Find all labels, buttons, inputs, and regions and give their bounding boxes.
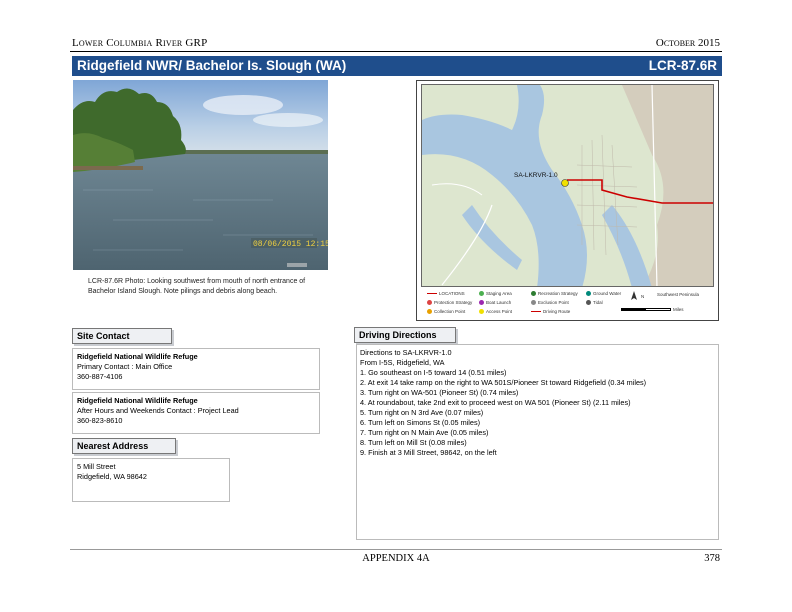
scale-label: Miles xyxy=(673,307,684,312)
footer-divider xyxy=(70,549,722,550)
contact-phone: 360-823-8610 xyxy=(77,416,123,425)
driving-directions-box: Directions to SA-LKRVR-1.0 From I-5S, Ri… xyxy=(356,344,719,540)
legend-swatch xyxy=(479,309,484,314)
direction-line: Directions to SA-LKRVR-1.0 xyxy=(360,348,452,357)
contact-org: Ridgefield National Wildlife Refuge xyxy=(77,352,198,361)
photo-caption: LCR-87.6R Photo: Looking southwest from … xyxy=(88,278,306,295)
site-name: Ridgefield NWR/ Bachelor Is. Slough (WA) xyxy=(77,58,347,73)
document-header-title: Lower Columbia River GRP xyxy=(72,37,208,49)
legend-label: Boat Launch xyxy=(486,300,512,305)
legend-swatch xyxy=(427,309,432,314)
legend-swatch xyxy=(531,310,541,313)
legend-swatch xyxy=(479,291,484,296)
direction-step: 2. At exit 14 take ramp on the right to … xyxy=(360,378,647,387)
legend-label: Ground Water xyxy=(593,291,622,296)
legend-swatch xyxy=(427,292,437,295)
map-canvas[interactable]: SA-LKRVR-1.0 xyxy=(421,84,714,287)
site-map: SA-LKRVR-1.0 LOCATIONS Protection Strate… xyxy=(416,80,719,321)
legend-label: Driving Route xyxy=(543,309,571,314)
legend-label: Collection Point xyxy=(434,309,466,314)
legend-swatch xyxy=(586,291,591,296)
contact-org: Ridgefield National Wildlife Refuge xyxy=(77,396,198,405)
north-arrow-icon: N xyxy=(629,291,644,301)
direction-step: 3. Turn right on WA-501 (Pioneer St) (0.… xyxy=(360,388,519,397)
direction-step: 5. Turn right on N 3rd Ave (0.07 miles) xyxy=(360,408,484,417)
header-divider xyxy=(70,51,722,52)
site-title-bar: Ridgefield NWR/ Bachelor Is. Slough (WA)… xyxy=(72,56,722,76)
driving-directions-heading: Driving Directions xyxy=(354,327,456,343)
svg-text:08/06/2015 12:15: 08/06/2015 12:15 xyxy=(253,240,328,249)
legend-swatch xyxy=(479,300,484,305)
map-projection-label: Southwest Peninsula xyxy=(657,292,700,297)
contact-role: Primary Contact : Main Office xyxy=(77,362,173,371)
address-line1: 5 Mill Street xyxy=(77,462,116,471)
direction-step: 4. At roundabout, take 2nd exit to proce… xyxy=(360,398,631,407)
legend-label: Tidal xyxy=(593,300,603,305)
direction-step: 9. Finish at 3 Mill Street, 98642, on th… xyxy=(360,448,497,457)
after-hours-contact-card: Ridgefield National Wildlife Refuge Afte… xyxy=(72,392,320,434)
contact-phone: 360-887-4106 xyxy=(77,372,123,381)
map-site-label: SA-LKRVR-1.0 xyxy=(514,172,558,179)
direction-step: 1. Go southeast on I-5 toward 14 (0.51 m… xyxy=(360,368,507,377)
legend-swatch xyxy=(531,300,536,305)
legend-swatch xyxy=(531,291,536,296)
document-header-date: October 2015 xyxy=(655,37,720,49)
map-legend: LOCATIONS Protection Strategy Collection… xyxy=(421,289,714,317)
legend-label: Staging Area xyxy=(486,291,512,296)
direction-line: From I-5S, Ridgefield, WA xyxy=(360,358,445,367)
nearest-address-heading: Nearest Address xyxy=(72,438,176,454)
page-number: 378 xyxy=(704,553,720,564)
contact-role: After Hours and Weekends Contact : Proje… xyxy=(77,406,239,415)
legend-swatch xyxy=(586,300,591,305)
scale-bar: Miles xyxy=(621,307,684,312)
address-card: 5 Mill Street Ridgefield, WA 98642 xyxy=(72,458,230,502)
legend-label: Recreation Strategy xyxy=(538,291,578,296)
site-contact-heading: Site Contact xyxy=(72,328,172,344)
address-line2: Ridgefield, WA 98642 xyxy=(77,472,147,481)
legend-label: Exclusion Point xyxy=(538,300,569,305)
site-photo: 08/06/2015 12:15 xyxy=(73,80,328,270)
legend-label: Access Point xyxy=(486,309,513,314)
primary-contact-card: Ridgefield National Wildlife Refuge Prim… xyxy=(72,348,320,390)
site-code: LCR-87.6R xyxy=(648,58,717,73)
direction-step: 6. Turn left on Simons St (0.05 miles) xyxy=(360,418,481,427)
appendix-label: APPENDIX 4A xyxy=(362,553,430,564)
legend-label: Protection Strategy xyxy=(434,300,473,305)
north-label: N xyxy=(641,293,645,299)
legend-swatch xyxy=(427,300,432,305)
direction-step: 7. Turn right on N Main Ave (0.05 miles) xyxy=(360,428,489,437)
legend-label: LOCATIONS xyxy=(439,291,465,296)
direction-step: 8. Turn left on Mill St (0.08 miles) xyxy=(360,438,467,447)
